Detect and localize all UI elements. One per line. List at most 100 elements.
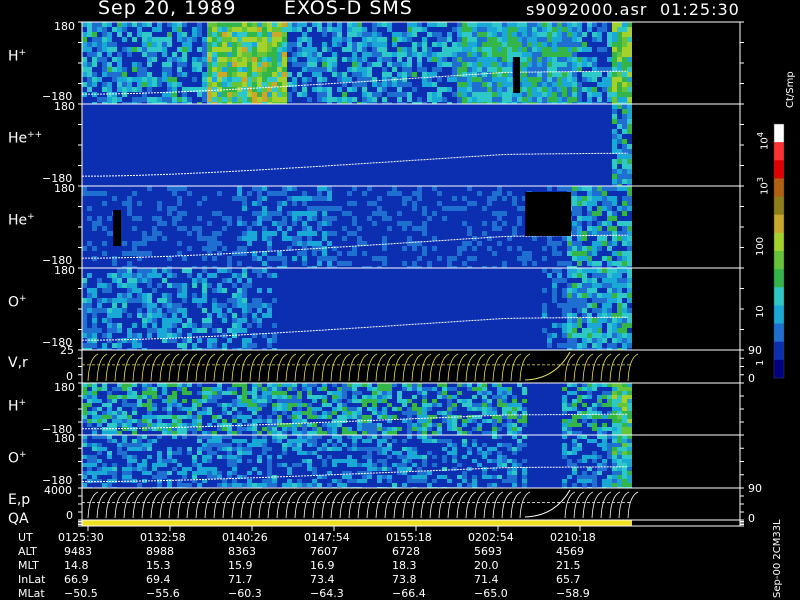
heatmap-cell xyxy=(322,206,327,211)
heatmap-cell xyxy=(462,77,467,82)
heatmap-cell xyxy=(412,395,417,399)
heatmap-cell xyxy=(577,479,582,483)
heatmap-cell xyxy=(97,467,102,471)
heatmap-cell xyxy=(512,37,517,42)
heatmap-cell xyxy=(562,87,567,92)
heatmap-cell xyxy=(457,87,462,92)
heatmap-cell xyxy=(297,92,302,97)
heatmap-cell xyxy=(617,451,622,455)
heatmap-cell xyxy=(627,196,632,201)
heatmap-cell xyxy=(622,164,627,169)
heatmap-cell xyxy=(312,427,317,431)
heatmap-cell xyxy=(547,87,552,92)
heatmap-cell xyxy=(582,328,587,333)
heatmap-cell xyxy=(267,399,272,403)
heatmap-cell xyxy=(342,395,347,399)
heatmap-cell xyxy=(422,411,427,415)
heatmap-cell xyxy=(522,62,527,67)
heatmap-cell xyxy=(422,475,427,479)
heatmap-cell xyxy=(242,77,247,82)
heatmap-cell xyxy=(152,391,157,395)
heatmap-cell xyxy=(297,439,302,443)
heatmap-cell xyxy=(227,411,232,415)
heatmap-cell xyxy=(447,479,452,483)
heatmap-cell xyxy=(162,463,167,467)
heatmap-cell xyxy=(82,246,87,251)
heatmap-cell xyxy=(587,27,592,32)
heatmap-cell xyxy=(567,338,572,343)
heatmap-cell xyxy=(242,298,247,303)
heatmap-cell xyxy=(222,435,227,439)
heatmap-cell xyxy=(292,216,297,221)
heatmap-cell xyxy=(297,395,302,399)
heatmap-cell xyxy=(607,383,612,387)
heatmap-cell xyxy=(287,27,292,32)
heatmap-cell xyxy=(612,391,617,395)
heatmap-cell xyxy=(362,42,367,47)
heatmap-cell xyxy=(197,236,202,241)
heatmap-cell xyxy=(432,97,437,102)
heatmap-cell xyxy=(507,52,512,57)
heatmap-cell xyxy=(447,439,452,443)
heatmap-cell xyxy=(362,87,367,92)
heatmap-cell xyxy=(492,419,497,423)
heatmap-cell xyxy=(277,22,282,27)
heatmap-cell xyxy=(502,27,507,32)
heatmap-cell xyxy=(212,451,217,455)
heatmap-cell xyxy=(502,221,507,226)
heatmap-cell xyxy=(402,32,407,37)
heatmap-cell xyxy=(127,455,132,459)
heatmap-cell xyxy=(212,471,217,475)
heatmap-cell xyxy=(567,251,572,256)
heatmap-cell xyxy=(252,201,257,206)
heatmap-cell xyxy=(442,475,447,479)
heatmap-cell xyxy=(227,435,232,439)
heatmap-cell xyxy=(197,47,202,52)
heatmap-cell xyxy=(617,333,622,338)
heatmap-cell xyxy=(537,57,542,62)
heatmap-cell xyxy=(537,62,542,67)
heatmap-cell xyxy=(552,62,557,67)
heatmap-cell xyxy=(297,196,302,201)
heatmap-cell xyxy=(167,22,172,27)
heatmap-cell xyxy=(292,256,297,261)
heatmap-cell xyxy=(272,387,277,391)
heatmap-cell xyxy=(222,479,227,483)
heatmap-cell xyxy=(372,391,377,395)
heatmap-cell xyxy=(532,32,537,37)
heatmap-cell xyxy=(527,37,532,42)
heatmap-cell xyxy=(457,431,462,435)
heatmap-cell xyxy=(137,97,142,102)
heatmap-cell xyxy=(177,383,182,387)
heatmap-cell xyxy=(607,483,612,487)
heatmap-cell xyxy=(292,57,297,62)
heatmap-cell xyxy=(452,57,457,62)
heatmap-cell xyxy=(432,431,437,435)
heatmap-cell xyxy=(617,119,622,124)
heatmap-cell xyxy=(182,47,187,52)
heatmap-cell xyxy=(462,399,467,403)
heatmap-cell xyxy=(492,211,497,216)
heatmap-cell xyxy=(492,221,497,226)
heatmap-cell xyxy=(532,77,537,82)
heatmap-cell xyxy=(552,87,557,92)
heatmap-cell xyxy=(617,134,622,139)
heatmap-cell xyxy=(257,399,262,403)
heatmap-cell xyxy=(132,419,137,423)
heatmap-cell xyxy=(572,439,577,443)
heatmap-cell xyxy=(547,72,552,77)
heatmap-cell xyxy=(587,333,592,338)
heatmap-cell xyxy=(572,226,577,231)
heatmap-cell xyxy=(522,483,527,487)
heatmap-cell xyxy=(497,57,502,62)
heatmap-cell xyxy=(422,423,427,427)
heatmap-cell xyxy=(167,459,172,463)
heatmap-cell xyxy=(282,463,287,467)
heatmap-cell xyxy=(132,283,137,288)
heatmap-cell xyxy=(217,303,222,308)
heatmap-cell xyxy=(247,471,252,475)
heatmap-cell xyxy=(552,52,557,57)
heatmap-cell xyxy=(422,27,427,32)
heatmap-cell xyxy=(272,62,277,67)
heatmap-cell xyxy=(192,427,197,431)
